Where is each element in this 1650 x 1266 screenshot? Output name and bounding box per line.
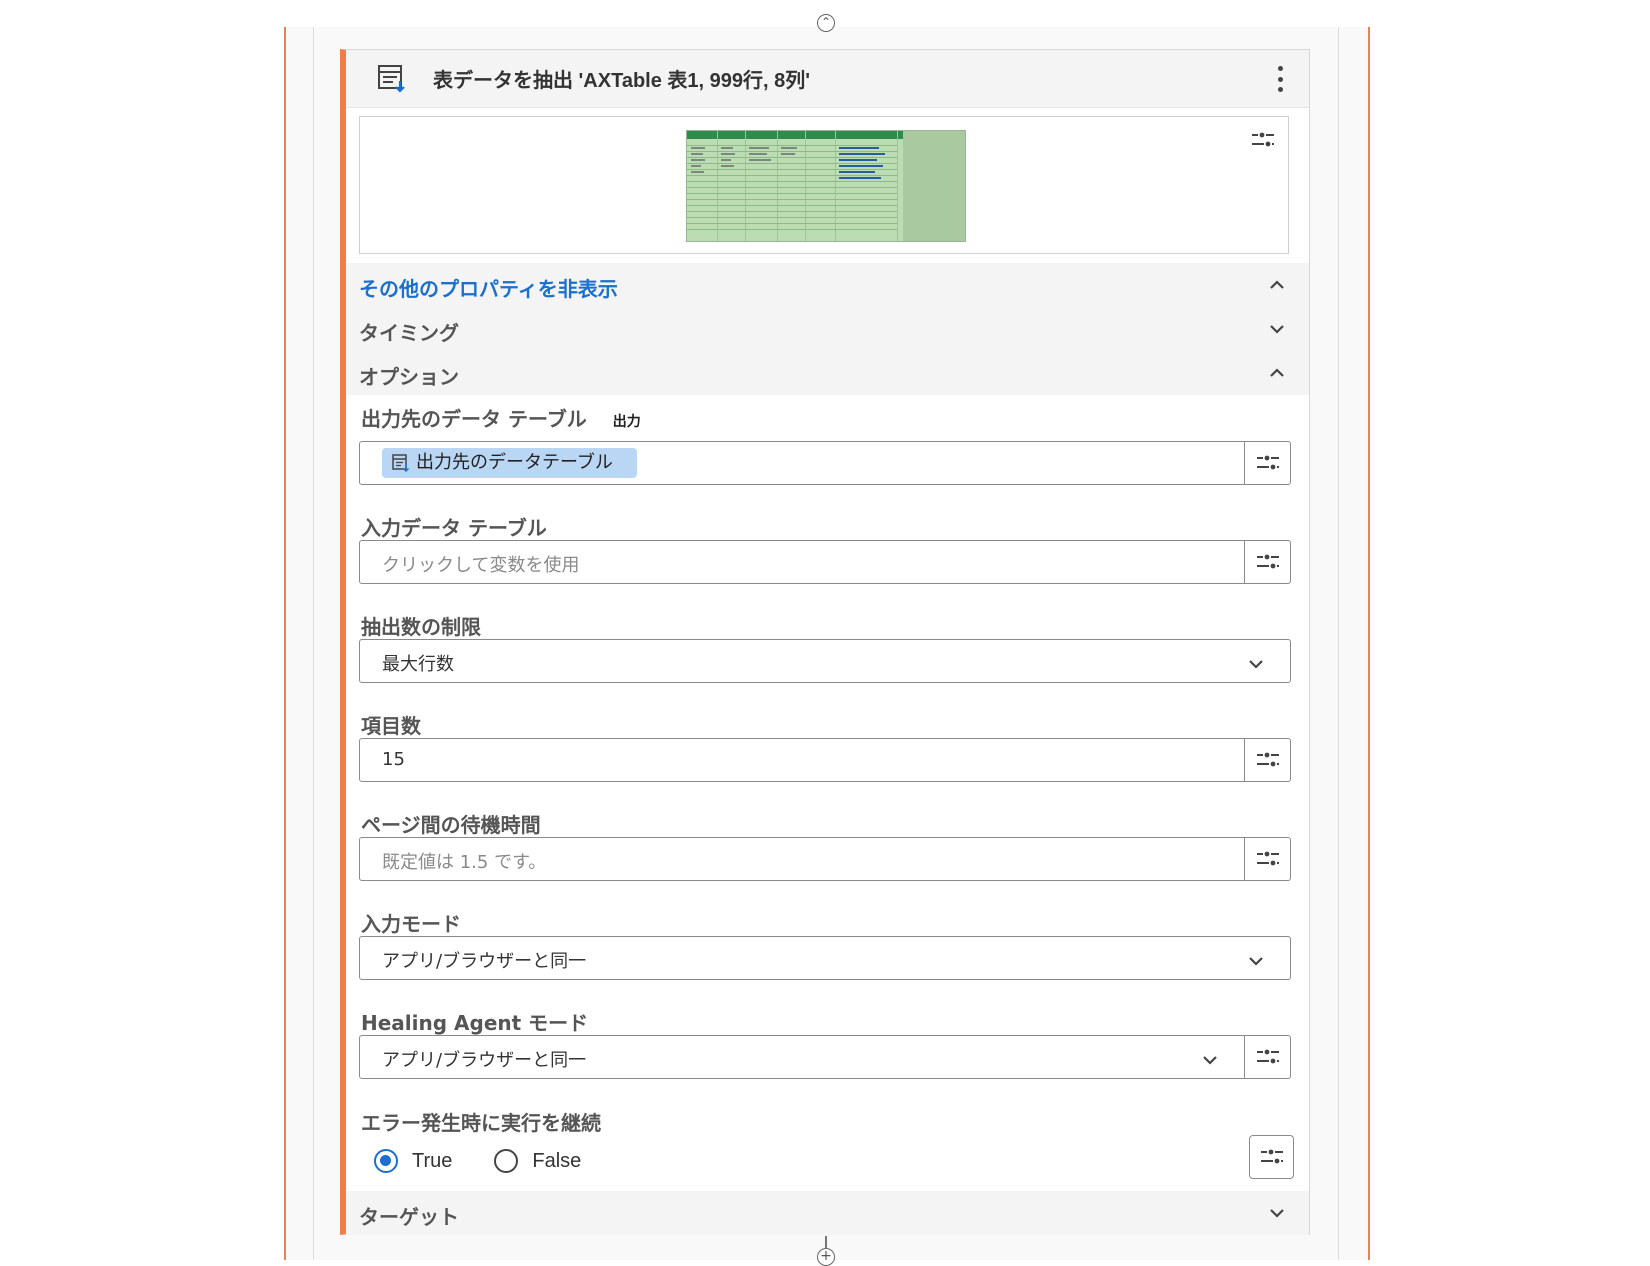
chevron-up-icon[interactable] — [1267, 363, 1287, 383]
input-mode-value: アプリ/ブラウザーと同一 — [382, 951, 587, 972]
item-count-variable-button[interactable] — [1245, 739, 1290, 781]
item-count-input[interactable]: 15 — [360, 739, 1245, 781]
data-table-icon — [392, 454, 410, 472]
input-table-label: 入力データ テーブル — [361, 516, 547, 540]
activity-header[interactable]: 表データを抽出 'AXTable 表1, 999行, 8列' — [346, 50, 1309, 108]
output-table-label: 出力先のデータ テーブル 出力 — [361, 407, 641, 431]
output-variable-name: 出力先のデータテーブル — [416, 452, 613, 473]
item-count-value: 15 — [382, 749, 405, 770]
item-count-label: 項目数 — [361, 714, 421, 738]
healing-mode-label: Healing Agent モード — [361, 1011, 589, 1035]
page-wait-input[interactable]: 既定値は 1.5 です。 — [360, 838, 1245, 880]
chevron-down-icon[interactable] — [1267, 1203, 1287, 1223]
hide-more-properties-link[interactable]: その他のプロパティを非表示 — [359, 273, 618, 302]
healing-mode-dropdown[interactable]: アプリ/ブラウザーと同一 — [359, 1035, 1291, 1079]
radio-true[interactable]: True — [374, 1149, 452, 1173]
limit-select[interactable]: 最大行数 — [360, 640, 1290, 682]
healing-mode-select[interactable]: アプリ/ブラウザーと同一 — [360, 1036, 1245, 1078]
continue-on-error-radio-group: True False — [374, 1149, 623, 1173]
variable-settings-icon[interactable] — [1250, 129, 1276, 151]
continue-on-error-label: エラー発生時に実行を継続 — [361, 1111, 601, 1135]
section-timing[interactable]: タイミング — [346, 307, 1309, 351]
radio-false-label: False — [532, 1149, 582, 1172]
variable-settings-icon — [1256, 1049, 1279, 1064]
chevron-down-icon — [1249, 957, 1263, 966]
input-table-field[interactable]: クリックして変数を使用 — [359, 540, 1291, 584]
activity-title: 表データを抽出 'AXTable 表1, 999行, 8列' — [433, 70, 811, 92]
limit-label: 抽出数の制限 — [361, 615, 481, 639]
input-table-input[interactable]: クリックして変数を使用 — [360, 541, 1245, 583]
output-table-input[interactable]: 出力先のデータテーブル — [360, 442, 1245, 484]
section-more-properties[interactable]: その他のプロパティを非表示 — [346, 263, 1309, 307]
options-label: オプション — [359, 365, 459, 389]
connector-top-icon[interactable]: ⌃ — [817, 14, 835, 32]
item-count-field[interactable]: 15 — [359, 738, 1291, 782]
output-variable-chip[interactable]: 出力先のデータテーブル — [382, 448, 637, 478]
radio-unselected-icon[interactable] — [494, 1149, 519, 1173]
variable-settings-icon — [1260, 1149, 1283, 1164]
limit-dropdown[interactable]: 最大行数 — [359, 639, 1291, 683]
input-table-placeholder: クリックして変数を使用 — [382, 555, 580, 576]
limit-value: 最大行数 — [382, 654, 454, 675]
variable-settings-icon — [1256, 851, 1279, 866]
output-table-field[interactable]: 出力先のデータテーブル — [359, 441, 1291, 485]
chevron-down-icon — [1203, 1056, 1217, 1065]
continue-on-error-variable-button[interactable] — [1249, 1135, 1294, 1179]
radio-true-label: True — [412, 1149, 453, 1172]
variable-settings-icon — [1256, 554, 1279, 569]
input-mode-dropdown[interactable]: アプリ/ブラウザーと同一 — [359, 936, 1291, 980]
connector-line — [825, 1236, 827, 1248]
input-table-variable-button[interactable] — [1245, 541, 1290, 583]
chevron-down-icon — [1249, 660, 1263, 669]
page-wait-variable-button[interactable] — [1245, 838, 1290, 880]
healing-mode-value: アプリ/ブラウザーと同一 — [382, 1050, 587, 1071]
healing-mode-variable-button[interactable] — [1245, 1036, 1290, 1078]
radio-selected-icon[interactable] — [374, 1149, 398, 1173]
timing-label: タイミング — [359, 321, 459, 345]
page-wait-field[interactable]: 既定値は 1.5 です。 — [359, 837, 1291, 881]
screenshot-thumbnail — [686, 130, 966, 242]
input-mode-label: 入力モード — [361, 912, 461, 936]
target-label: ターゲット — [359, 1205, 459, 1229]
section-options[interactable]: オプション — [346, 351, 1309, 395]
variable-settings-icon — [1256, 752, 1279, 767]
target-preview[interactable] — [359, 116, 1289, 254]
input-mode-select[interactable]: アプリ/ブラウザーと同一 — [360, 937, 1290, 979]
variable-settings-icon — [1256, 455, 1279, 470]
extract-table-icon — [378, 65, 405, 93]
extract-table-activity-card[interactable]: 表データを抽出 'AXTable 表1, 999行, 8列' その他のプロパティ… — [340, 49, 1310, 1235]
kebab-menu-icon[interactable] — [1275, 66, 1285, 92]
page-wait-placeholder: 既定値は 1.5 です。 — [382, 852, 547, 873]
output-tag: 出力 — [612, 413, 641, 430]
page-wait-label: ページ間の待機時間 — [361, 813, 541, 837]
radio-false[interactable]: False — [494, 1149, 581, 1173]
section-target[interactable]: ターゲット — [346, 1191, 1309, 1235]
output-table-variable-button[interactable] — [1245, 442, 1290, 484]
chevron-down-icon[interactable] — [1267, 319, 1287, 339]
add-activity-icon[interactable]: + — [817, 1248, 835, 1266]
chevron-up-icon[interactable] — [1267, 275, 1287, 295]
